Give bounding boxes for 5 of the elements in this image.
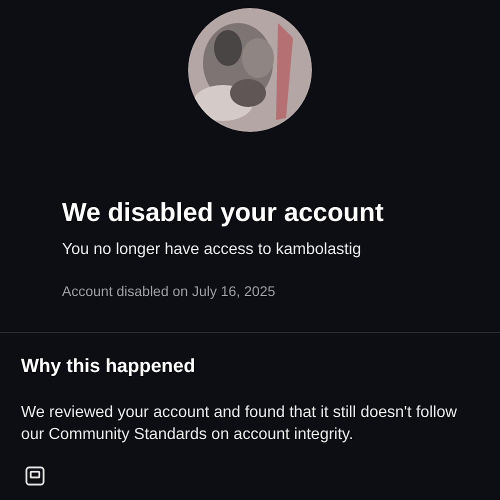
date-text: Account disabled on July 16, 2025 [62, 282, 276, 301]
subtitle: You no longer have access to kambolastig [62, 240, 362, 260]
title: We disabled your account [62, 196, 385, 228]
section-heading: Why this happened [21, 355, 196, 379]
reason-text: We reviewed your account and found that it still doesn't follow our Community Standards on account integrity. [21, 402, 458, 444]
